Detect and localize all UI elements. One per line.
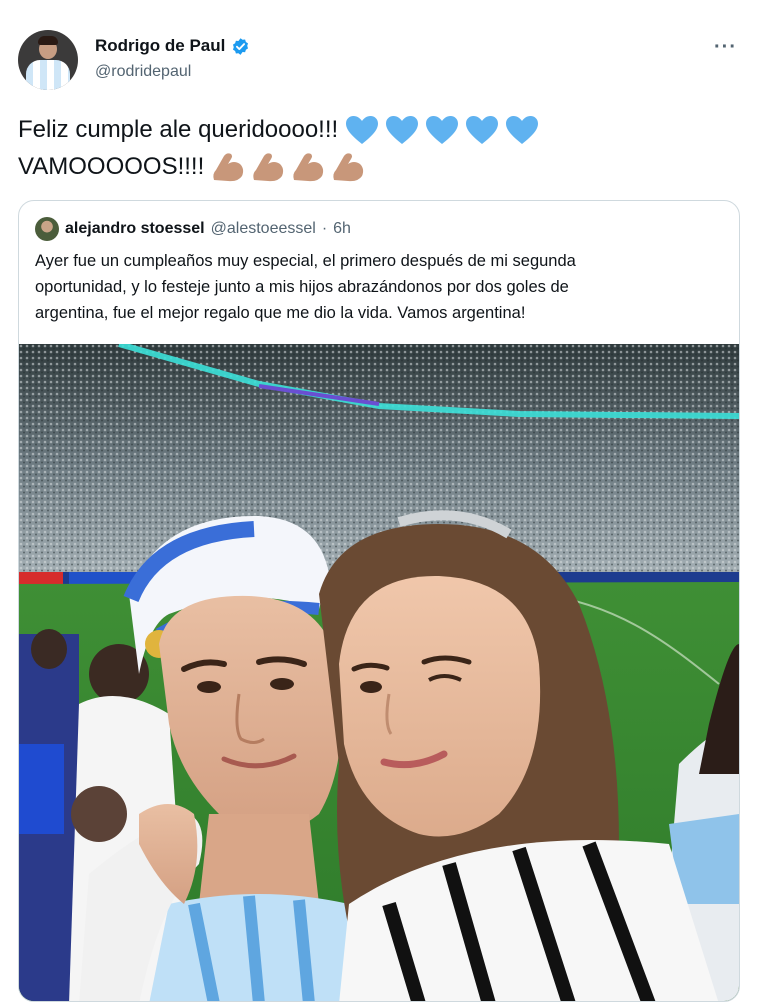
stadium-selfie-photo[interactable] <box>19 344 739 1001</box>
author-name-row: Rodrigo de Paul <box>95 36 250 56</box>
author-avatar[interactable] <box>18 30 78 90</box>
flexed-biceps-emoji-group <box>210 150 366 184</box>
blue-heart-icon <box>426 115 459 144</box>
author-display-name[interactable]: Rodrigo de Paul <box>95 36 225 56</box>
separator-dot: · <box>321 220 328 237</box>
quoted-author-handle[interactable]: @alestoeessel <box>211 220 316 238</box>
flexed-biceps-icon <box>333 152 364 181</box>
flexed-biceps-icon <box>253 152 284 181</box>
more-options-icon[interactable]: ··· <box>714 36 737 59</box>
blue-heart-icon <box>346 115 379 144</box>
blue-heart-icon <box>506 115 539 144</box>
quoted-tweet-text: Ayer fue un cumpleaños muy especial, el … <box>35 248 725 326</box>
quoted-tweet[interactable]: alejandro stoessel @alestoeessel · 6h Ay… <box>18 200 740 1002</box>
quoted-text-line: argentina, fue el mejor regalo que me di… <box>35 304 526 322</box>
tweet-line-2: VAMOOOOOS!!!! <box>18 153 205 180</box>
quoted-author-name[interactable]: alejandro stoessel <box>65 220 205 238</box>
blue-heart-icon <box>466 115 499 144</box>
blue-hearts-emoji-group <box>344 114 540 146</box>
verified-badge-icon <box>233 37 249 55</box>
quoted-tweet-header: alejandro stoessel @alestoeessel · 6h <box>35 217 351 241</box>
blue-heart-icon <box>386 115 419 144</box>
photo-illustration <box>19 344 739 1001</box>
quoted-author-avatar[interactable] <box>35 217 59 241</box>
tweet-line-1: Feliz cumple ale queridoooo!!! <box>18 116 339 143</box>
flexed-biceps-icon <box>293 152 324 181</box>
author-handle[interactable]: @rodridepaul <box>95 63 191 81</box>
flexed-biceps-icon <box>213 152 244 181</box>
tweet-text: Feliz cumple ale queridoooo!!! VAMOOOOOS… <box>18 111 738 185</box>
quoted-text-line: Ayer fue un cumpleaños muy especial, el … <box>35 252 576 270</box>
quoted-timestamp[interactable]: 6h <box>333 220 351 238</box>
quoted-text-line: oportunidad, y lo festeje junto a mis hi… <box>35 278 569 296</box>
tweet-card: Rodrigo de Paul @rodridepaul ··· Feliz c… <box>0 0 767 1002</box>
